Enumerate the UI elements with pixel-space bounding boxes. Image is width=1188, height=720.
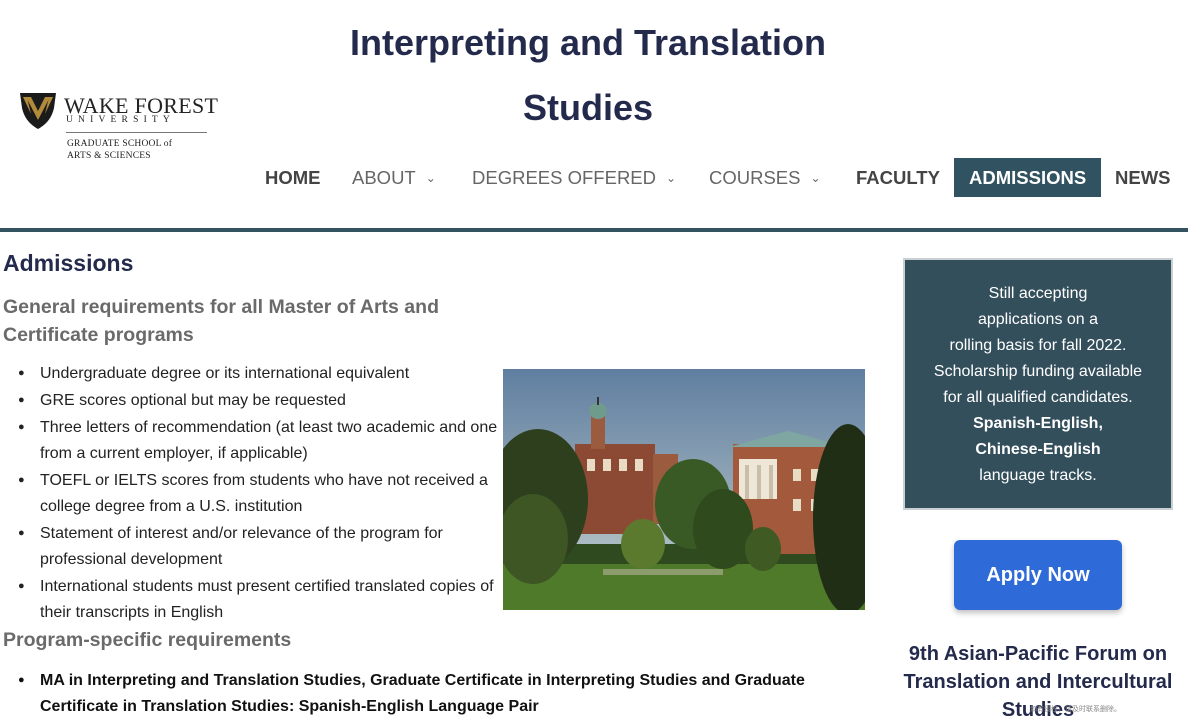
- bullet-icon: ●: [18, 580, 25, 592]
- notice-line: Scholarship funding available: [933, 363, 1143, 380]
- apply-now-button[interactable]: Apply Now: [954, 540, 1122, 610]
- list-item: ● Statement of interest and/or relevance …: [18, 520, 500, 573]
- campus-photo: [503, 369, 865, 610]
- notice-line: rolling basis for fall 2022.: [949, 337, 1127, 354]
- nav-about[interactable]: ABOUT ⌄: [352, 158, 436, 197]
- list-item: ● Three letters of recommendation (at lea…: [18, 414, 500, 467]
- list-item-text: International students must present cert…: [40, 578, 494, 621]
- notice-line: Still accepting: [988, 285, 1088, 302]
- list-item-text: GRE scores optional but may be requested: [40, 392, 346, 409]
- bullet-icon: ●: [18, 421, 25, 433]
- nav-home[interactable]: HOME: [265, 158, 321, 197]
- notice-line: applications on a: [977, 311, 1099, 328]
- chevron-down-icon: ⌄: [810, 171, 821, 185]
- notice-line: for all qualified candidates.: [943, 389, 1133, 406]
- list-item: ● GRE scores optional but may be requeste…: [18, 387, 500, 414]
- notice-line-bold: Chinese-English: [975, 441, 1101, 458]
- general-requirements-list: ● Undergraduate degree or its internation…: [18, 360, 500, 626]
- nav-degrees-offered[interactable]: DEGREES OFFERED ⌄: [472, 158, 676, 197]
- bullet-icon: ●: [18, 367, 25, 379]
- nav-courses[interactable]: COURSES ⌄: [709, 158, 821, 197]
- bullet-icon: ●: [18, 527, 25, 539]
- university-logo[interactable]: WAKE FOREST UNIVERSITY GRADUATE SCHOOL o…: [18, 90, 218, 162]
- notice-line-bold: Spanish-English,: [973, 415, 1103, 432]
- program-requirements-heading: Program-specific requirements: [3, 629, 292, 651]
- nav-home-label: HOME: [265, 167, 321, 188]
- general-requirements-heading: General requirements for all Master of A…: [3, 296, 439, 346]
- admissions-notice: Still accepting applications on a rollin…: [903, 258, 1173, 510]
- nav-degrees-label: DEGREES OFFERED: [472, 167, 656, 188]
- page-title: Admissions: [3, 250, 134, 276]
- nav-faculty-label: FACULTY: [856, 167, 940, 188]
- list-item-text: MA in Interpreting and Translation Studi…: [40, 672, 805, 715]
- logo-divider: [66, 132, 207, 133]
- nav-faculty[interactable]: FACULTY: [856, 158, 940, 197]
- bullet-icon: ●: [18, 474, 25, 486]
- chevron-down-icon: ⌄: [425, 171, 436, 185]
- list-item-text: Undergraduate degree or its internationa…: [40, 365, 410, 382]
- nav-admissions[interactable]: ADMISSIONS: [954, 158, 1102, 197]
- nav-courses-label: COURSES: [709, 167, 801, 188]
- program-requirements-list: ● MA in Interpreting and Translation Stud…: [18, 667, 818, 720]
- chevron-down-icon: ⌄: [666, 171, 677, 185]
- list-item: ● MA in Interpreting and Translation Stud…: [18, 667, 818, 720]
- list-item: ● Undergraduate degree or its internation…: [18, 360, 500, 387]
- site-title: Interpreting and Translation Studies: [349, 22, 827, 128]
- notice-line: language tracks.: [979, 467, 1097, 484]
- header-divider: [0, 228, 1188, 232]
- main-nav: HOME ABOUT ⌄ DEGREES OFFERED ⌄ COURSES ⌄ FA…: [0, 158, 1188, 198]
- list-item-text: TOEFL or IELTS scores from students who …: [40, 472, 488, 515]
- logo-university: UNIVERSITY: [66, 115, 175, 125]
- list-item: ● International students must present cer…: [18, 573, 500, 626]
- logo-school-line1: GRADUATE SCHOOL of: [67, 139, 173, 149]
- list-item: ● TOEFL or IELTS scores from students who…: [18, 467, 500, 520]
- bullet-icon: ●: [18, 674, 25, 686]
- shield-logo-icon: [20, 93, 56, 129]
- nav-about-label: ABOUT: [352, 167, 416, 188]
- list-item-text: Statement of interest and/or relevance o…: [40, 525, 443, 568]
- nav-news[interactable]: NEWS: [1115, 158, 1171, 197]
- list-item-text: Three letters of recommendation (at leas…: [40, 419, 498, 462]
- nav-admissions-label: ADMISSIONS: [969, 167, 1087, 188]
- nav-news-label: NEWS: [1115, 167, 1171, 188]
- watermark-text: 如有侵权，请及时联系删除。: [1030, 706, 1121, 713]
- bullet-icon: ●: [18, 394, 25, 406]
